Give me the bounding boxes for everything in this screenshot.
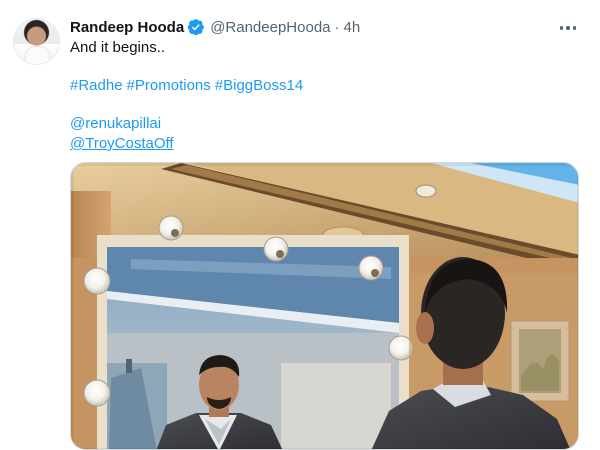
tweet-header: Randeep Hooda @RandeepHooda · 4h [70,16,360,38]
hashtag-link[interactable]: #BiggBoss14 [215,77,303,94]
mention-line: @TroyCostaOff [70,134,174,154]
more-dot [559,26,564,30]
mention-link[interactable]: @renukapillai [70,115,161,132]
more-dot [566,26,570,30]
tweet-photo[interactable] [70,162,579,450]
author-handle[interactable]: @RandeepHooda [210,19,330,36]
photo-mirror-scene [71,163,578,449]
tweet-text: And it begins.. [70,39,166,56]
timestamp[interactable]: 4h [344,19,361,36]
mention-link[interactable]: @TroyCostaOff [70,135,174,152]
verified-badge-icon [187,19,205,36]
tweet-card[interactable]: Randeep Hooda @RandeepHooda · 4h And it … [0,0,600,450]
author-name[interactable]: Randeep Hooda [70,19,184,36]
avatar[interactable] [13,18,60,65]
hashtag-link[interactable]: #Radhe [70,77,123,94]
hashtag-link[interactable]: #Promotions [127,77,211,94]
hashtag-line: #Radhe #Promotions #BiggBoss14 [70,76,303,96]
separator-dot: · [334,18,340,36]
more-dot [572,26,577,30]
more-options-icon[interactable] [554,14,582,42]
mention-line: @renukapillai [70,114,161,134]
